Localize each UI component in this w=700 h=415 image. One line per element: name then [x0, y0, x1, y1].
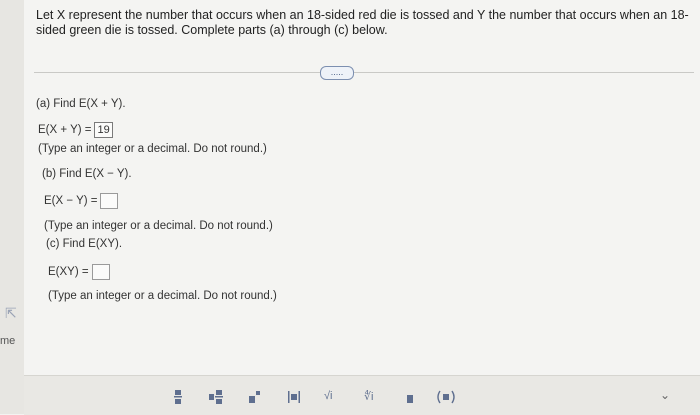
part-a-prompt: (a) Find E(X + Y).	[36, 98, 126, 110]
sqrt-icon[interactable]: √i	[324, 390, 332, 402]
part-a-answer-input[interactable]: 19	[94, 122, 113, 138]
question-text: Let X represent the number that occurs w…	[36, 8, 689, 37]
left-sidebar-strip: ⇱ me	[0, 0, 25, 414]
part-a-lhs: E(X + Y) =	[38, 124, 92, 136]
part-b-answer-input[interactable]	[100, 193, 119, 209]
part-b-note: (Type an integer or a decimal. Do not ro…	[44, 220, 273, 232]
fraction-icon[interactable]	[174, 390, 182, 404]
nth-root-icon[interactable]: ∜i	[364, 390, 373, 403]
part-c-note: (Type an integer or a decimal. Do not ro…	[48, 290, 277, 302]
superscript-icon[interactable]	[249, 390, 261, 404]
part-a-answer-row: E(X + Y) = 19	[38, 122, 113, 138]
absolute-value-icon[interactable]	[288, 390, 300, 404]
mixed-number-icon[interactable]	[209, 390, 223, 404]
more-chevron-icon[interactable]: ⌄	[660, 388, 670, 402]
part-b-answer-row: E(X − Y) =	[44, 193, 119, 209]
part-c-lhs: E(XY) =	[48, 266, 89, 278]
part-b-lhs: E(X − Y) =	[44, 195, 98, 207]
question-panel: Let X represent the number that occurs w…	[24, 0, 700, 375]
divider	[34, 72, 694, 73]
part-b-prompt: (b) Find E(X − Y).	[42, 168, 132, 180]
decimal-icon[interactable]	[406, 390, 414, 404]
expand-more-button[interactable]: .....	[320, 66, 354, 80]
part-a-note: (Type an integer or a decimal. Do not ro…	[38, 143, 267, 155]
parentheses-icon[interactable]	[436, 390, 456, 404]
side-label: me	[0, 335, 16, 347]
collapse-arrow-icon[interactable]: ⇱	[5, 305, 17, 322]
math-toolbar: √i ∜i ⌄	[24, 375, 700, 415]
part-c-prompt: (c) Find E(XY).	[46, 238, 123, 250]
part-c-answer-row: E(XY) =	[48, 264, 110, 280]
part-c-answer-input[interactable]	[91, 264, 110, 280]
